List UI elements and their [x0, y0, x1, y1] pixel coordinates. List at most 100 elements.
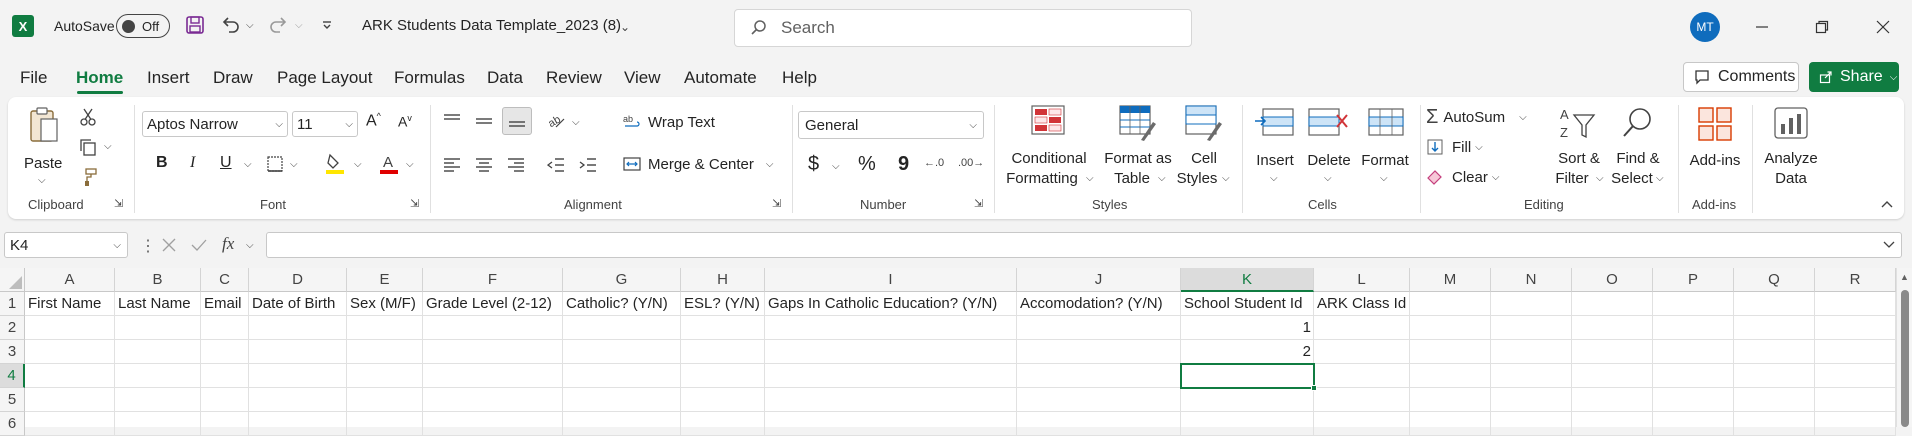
minimize-icon[interactable]	[1752, 17, 1772, 37]
column-header-r[interactable]: R	[1815, 268, 1896, 292]
column-header-h[interactable]: H	[681, 268, 765, 292]
delete-cells-button[interactable]: Delete ⌵	[1302, 101, 1356, 193]
insert-function-icon[interactable]: fx	[222, 234, 234, 254]
function-chevron-icon[interactable]: ⌵	[246, 240, 254, 251]
tab-file[interactable]: File	[20, 68, 47, 88]
align-top-icon[interactable]	[440, 109, 464, 133]
comments-button[interactable]: Comments	[1683, 62, 1799, 92]
find-select-button[interactable]: Find & Select ⌵	[1606, 101, 1670, 193]
clipboard-launcher-icon[interactable]: ⇲	[114, 197, 123, 210]
row-header-3[interactable]: 3	[0, 340, 25, 364]
increase-font-icon[interactable]: A^	[366, 111, 381, 130]
autosave-toggle[interactable]: Off	[116, 14, 170, 38]
column-header-d[interactable]: D	[249, 268, 347, 292]
tab-home[interactable]: Home	[76, 68, 123, 88]
fill-button[interactable]: Fill ⌵	[1426, 135, 1483, 159]
vertical-scrollbar[interactable]: ▲	[1896, 268, 1912, 427]
italic-button[interactable]: I	[190, 154, 195, 172]
column-header-n[interactable]: N	[1491, 268, 1572, 292]
share-button[interactable]: Share ⌵	[1809, 62, 1899, 92]
confirm-entry-icon[interactable]	[190, 236, 208, 254]
scrollbar-thumb[interactable]	[1901, 290, 1909, 427]
cut-icon[interactable]	[76, 105, 100, 129]
header-cell-ark-class-id[interactable]: ARK Class Id	[1317, 293, 1406, 315]
borders-icon[interactable]	[264, 153, 286, 175]
document-title[interactable]: ARK Students Data Template_2023 (8)	[362, 17, 621, 34]
tab-draw[interactable]: Draw	[213, 68, 253, 88]
select-all-corner[interactable]	[0, 268, 25, 292]
align-right-icon[interactable]	[504, 153, 528, 177]
avatar[interactable]: MT	[1690, 12, 1720, 42]
fill-color-icon[interactable]	[324, 151, 346, 175]
borders-chevron-icon[interactable]: ⌵	[290, 159, 298, 170]
merge-center-button[interactable]: Merge & Center ⌵	[622, 151, 773, 177]
column-header-l[interactable]: L	[1314, 268, 1410, 292]
column-header-q[interactable]: Q	[1734, 268, 1815, 292]
increase-decimal-icon[interactable]: ←.0	[924, 157, 944, 169]
column-header-p[interactable]: P	[1653, 268, 1734, 292]
fill-color-chevron-icon[interactable]: ⌵	[354, 159, 362, 170]
font-size-select[interactable]: 11 ⌵	[292, 111, 358, 137]
column-header-g[interactable]: G	[563, 268, 681, 292]
customize-toolbar-icon[interactable]	[320, 18, 334, 32]
currency-chevron-icon[interactable]: ⌵	[832, 161, 840, 172]
comma-style-button[interactable]: 9	[898, 153, 909, 176]
search-box[interactable]: Search	[734, 9, 1192, 47]
cell-styles-button[interactable]: Cell Styles ⌵	[1172, 101, 1236, 193]
header-cell-grade-level[interactable]: Grade Level (2-12)	[426, 293, 552, 315]
fill-handle[interactable]	[1311, 385, 1317, 391]
format-cells-button[interactable]: Format ⌵	[1356, 101, 1414, 193]
column-header-m[interactable]: M	[1410, 268, 1491, 292]
column-header-b[interactable]: B	[115, 268, 201, 292]
bold-button[interactable]: B	[156, 154, 168, 172]
tab-automate[interactable]: Automate	[684, 68, 757, 88]
copy-chevron-icon[interactable]: ⌵	[104, 141, 112, 152]
font-launcher-icon[interactable]: ⇲	[410, 197, 419, 210]
analyze-data-button[interactable]: Analyze Data	[1758, 101, 1824, 193]
paste-button[interactable]: Paste ⌵	[22, 103, 64, 186]
scroll-up-icon[interactable]: ▲	[1900, 272, 1909, 282]
decrease-indent-icon[interactable]	[544, 153, 568, 177]
increase-indent-icon[interactable]	[576, 153, 600, 177]
header-cell-esl[interactable]: ESL? (Y/N)	[684, 293, 760, 315]
underline-chevron-icon[interactable]: ⌵	[244, 159, 252, 170]
header-cell-sex[interactable]: Sex (M/F)	[350, 293, 416, 315]
font-color-chevron-icon[interactable]: ⌵	[406, 159, 414, 170]
clear-button[interactable]: Clear ⌵	[1426, 165, 1499, 189]
decrease-font-icon[interactable]: Av	[398, 113, 412, 130]
copy-icon[interactable]	[76, 135, 100, 159]
column-header-j[interactable]: J	[1017, 268, 1181, 292]
row-header-4[interactable]: 4	[0, 364, 25, 388]
column-header-e[interactable]: E	[347, 268, 423, 292]
align-bottom-icon[interactable]	[502, 107, 532, 135]
header-cell-gaps[interactable]: Gaps In Catholic Education? (Y/N)	[768, 293, 997, 315]
header-cell-accomodation[interactable]: Accomodation? (Y/N)	[1020, 293, 1163, 315]
autosum-button[interactable]: Σ AutoSum ⌵	[1426, 105, 1527, 129]
row-header-2[interactable]: 2	[0, 316, 25, 340]
row-header-5[interactable]: 5	[0, 388, 25, 412]
format-as-table-button[interactable]: Format as Table ⌵	[1100, 101, 1176, 193]
tab-page-layout[interactable]: Page Layout	[277, 68, 372, 88]
column-header-f[interactable]: F	[423, 268, 563, 292]
redo-dropdown-icon[interactable]: ⌵	[295, 20, 303, 31]
column-header-k[interactable]: K	[1181, 268, 1314, 292]
insert-cells-button[interactable]: Insert ⌵	[1248, 101, 1302, 193]
close-icon[interactable]	[1873, 17, 1893, 37]
tab-review[interactable]: Review	[546, 68, 602, 88]
wrap-text-button[interactable]: ab Wrap Text	[622, 109, 715, 135]
header-cell-date-of-birth[interactable]: Date of Birth	[252, 293, 335, 315]
sort-filter-button[interactable]: AZ Sort & Filter ⌵	[1548, 101, 1610, 193]
title-chevron-icon[interactable]: ⌄	[620, 20, 630, 34]
tab-data[interactable]: Data	[487, 68, 523, 88]
column-header-i[interactable]: I	[765, 268, 1017, 292]
underline-button[interactable]: U	[220, 154, 232, 172]
format-painter-icon[interactable]	[76, 165, 100, 189]
cell-k2[interactable]: 1	[1181, 317, 1311, 339]
collapse-ribbon-icon[interactable]	[1878, 195, 1896, 213]
orientation-icon[interactable]: ab	[544, 109, 568, 133]
column-header-a[interactable]: A	[25, 268, 115, 292]
row-header-6[interactable]: 6	[0, 412, 25, 436]
header-cell-school-student-id[interactable]: School Student Id	[1184, 293, 1302, 315]
undo-icon[interactable]	[219, 13, 241, 35]
header-cell-catholic[interactable]: Catholic? (Y/N)	[566, 293, 668, 315]
